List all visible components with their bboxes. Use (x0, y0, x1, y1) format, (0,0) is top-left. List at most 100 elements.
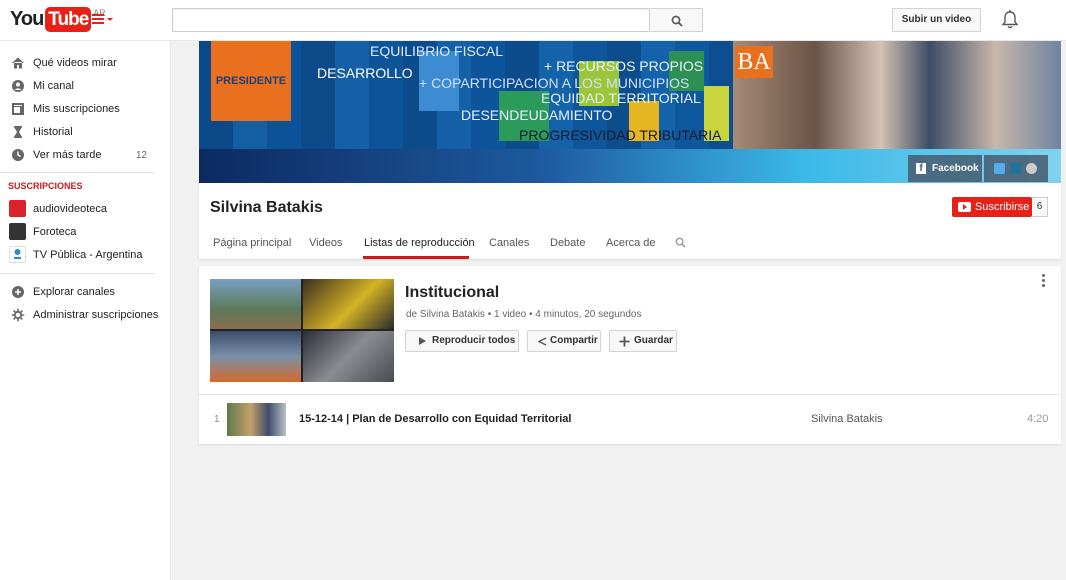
sidebar-item-what-to-watch[interactable]: Qué videos mirar (0, 52, 171, 74)
video-thumbnail[interactable] (227, 403, 286, 436)
clock-icon (12, 149, 24, 161)
website-icon[interactable] (1026, 163, 1037, 174)
notifications-bell-icon[interactable] (1000, 9, 1020, 31)
thumbnail-tile (210, 331, 301, 382)
sidebar-item-manage-subscriptions[interactable]: Administrar suscripciones (0, 304, 171, 326)
subscription-item-tv-publica[interactable]: TV Pública - Argentina (0, 244, 171, 266)
tab-about[interactable]: Acerca de (606, 237, 656, 249)
play-icon (419, 337, 426, 345)
banner-line: PROGRESIVIDAD TRIBUTARIA (519, 127, 722, 143)
video-title[interactable]: 15-12-14 | Plan de Desarrollo con Equida… (299, 413, 571, 425)
banner-line: DESARROLLO (317, 65, 413, 81)
tab-channels[interactable]: Canales (489, 237, 529, 249)
sidebar-divider (0, 273, 155, 274)
play-all-label: Reproducir todos (432, 335, 516, 346)
watch-later-count: 12 (135, 150, 147, 161)
subscription-item-foroteca[interactable]: Foroteca (0, 221, 171, 243)
play-all-button[interactable]: Reproducir todos (405, 330, 519, 352)
search-button[interactable] (649, 8, 703, 32)
masthead: You Tube AR Subir un video (0, 0, 1066, 41)
upload-button[interactable]: Subir un video (892, 8, 981, 32)
subscribe-label: Suscribirse (975, 201, 1030, 213)
sidebar-item-label: Explorar canales (33, 286, 115, 298)
banner-line: EQUIDAD TERRITORIAL (541, 90, 701, 106)
subscription-label: Foroteca (33, 226, 77, 238)
subscription-item-audiovideoteca[interactable]: audiovideoteca (0, 198, 171, 220)
row-index: 1 (214, 414, 220, 425)
thumbnail-tile (210, 279, 301, 329)
tv-publica-avatar-icon (9, 246, 26, 263)
sidebar-item-my-channel[interactable]: Mi canal (0, 75, 171, 97)
subscriber-count: 6 (1032, 197, 1048, 217)
foroteca-avatar-icon (9, 223, 26, 240)
tab-playlists[interactable]: Listas de reproducción (364, 237, 475, 249)
sidebar-item-subscriptions[interactable]: Mis suscripciones (0, 98, 171, 120)
subscription-label: TV Pública - Argentina (33, 249, 143, 261)
sidebar-item-label: Historial (33, 126, 73, 138)
facebook-label: Facebook (932, 163, 979, 174)
subscription-label: audiovideoteca (33, 203, 108, 215)
social-links (984, 155, 1048, 182)
facebook-icon: f (916, 163, 926, 174)
ba-logo: BA (735, 46, 773, 78)
sidebar-item-label: Mi canal (33, 80, 74, 92)
channel-search-icon[interactable] (675, 237, 686, 248)
sidebar-item-label: Ver más tarde (33, 149, 102, 161)
video-owner[interactable]: Silvina Batakis (811, 413, 883, 425)
plus-icon (619, 336, 630, 347)
subscriptions-icon (12, 103, 24, 115)
channel-header: Silvina Batakis Suscribirse 6 Página pri… (199, 183, 1061, 259)
logo-tube: Tube (45, 7, 92, 32)
search-input[interactable] (172, 8, 650, 32)
share-icon (538, 337, 547, 346)
tab-videos[interactable]: Videos (309, 237, 342, 249)
banner-line: DESENDEUDAMIENTO (461, 107, 613, 123)
sidebar-item-watch-later[interactable]: Ver más tarde 12 (0, 144, 171, 166)
share-label: Compartir (550, 335, 598, 346)
channel-banner: PRESIDENTE EQUILIBRIO FISCAL DESARROLLO … (199, 41, 1061, 183)
plus-circle-icon (12, 286, 24, 298)
sidebar-item-label: Qué videos mirar (33, 57, 117, 69)
facebook-link[interactable]: f Facebook (908, 155, 982, 182)
banner-line: + COPARTICIPACION A LOS MUNICIPIOS (419, 75, 690, 91)
tab-home[interactable]: Página principal (213, 237, 291, 249)
hamburger-icon (92, 14, 104, 26)
save-button[interactable]: Guardar (609, 330, 677, 352)
playlist-title[interactable]: Institucional (405, 284, 499, 302)
share-button[interactable]: Compartir (527, 330, 601, 352)
gear-icon (11, 308, 25, 322)
chevron-down-icon (107, 18, 113, 21)
search-icon (671, 15, 683, 27)
save-label: Guardar (634, 335, 673, 346)
hourglass-icon (14, 126, 22, 138)
video-duration: 4:20 (1027, 413, 1049, 425)
playlist-card: Institucional de Silvina Batakis • 1 vid… (199, 266, 1061, 444)
more-options-icon[interactable] (1042, 274, 1046, 288)
sidebar-item-label: Mis suscripciones (33, 103, 120, 115)
sidebar-item-label: Administrar suscripciones (33, 309, 159, 321)
playlist-divider (199, 394, 1061, 395)
active-tab-indicator (363, 256, 469, 259)
thumbnail-tile (303, 279, 394, 329)
channel-title[interactable]: Silvina Batakis (210, 199, 323, 217)
sidebar-divider (0, 172, 155, 173)
presidente-badge: PRESIDENTE (211, 41, 291, 121)
twitter-icon[interactable] (994, 163, 1005, 174)
sidebar-item-history[interactable]: Historial (0, 121, 171, 143)
logo-you: You (10, 8, 44, 30)
home-icon (12, 57, 24, 69)
guide-sidebar: Qué videos mirar Mi canal Mis suscripcio… (0, 41, 171, 580)
subscriptions-section-title: SUSCRIPCIONES (8, 181, 83, 191)
banner-line: + RECURSOS PROPIOS (544, 58, 704, 74)
banner-line: EQUILIBRIO FISCAL (370, 43, 504, 59)
sidebar-item-browse-channels[interactable]: Explorar canales (0, 281, 171, 303)
banner-photo (733, 41, 1061, 151)
wordpress-icon[interactable] (1010, 163, 1021, 174)
playlist-meta: de Silvina Batakis • 1 video • 4 minutos… (406, 309, 642, 320)
audiovideoteca-avatar-icon (9, 200, 26, 217)
playlist-thumbnail[interactable] (210, 279, 394, 382)
tab-discussion[interactable]: Debate (550, 237, 585, 249)
youtube-play-icon (958, 202, 971, 212)
subscribe-button[interactable]: Suscribirse (952, 197, 1032, 217)
guide-menu-button[interactable] (92, 12, 114, 28)
